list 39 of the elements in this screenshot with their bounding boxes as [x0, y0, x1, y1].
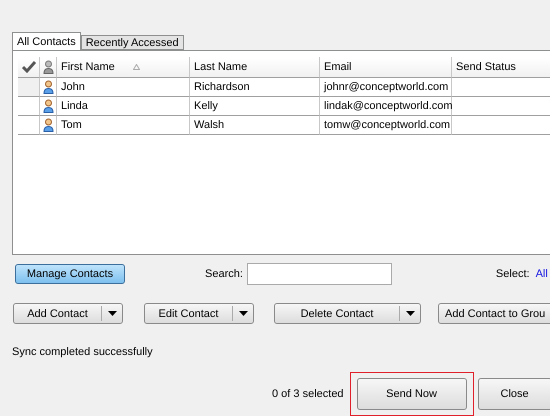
checkbox-cell[interactable]: [18, 97, 40, 116]
table-cell: lindak@conceptworld.com: [320, 97, 452, 116]
split-button[interactable]: Add Contact: [13, 303, 123, 324]
table-cell: Walsh: [190, 116, 320, 135]
person-icon: [42, 118, 54, 132]
table-cell: Linda: [57, 97, 190, 116]
tab[interactable]: Recently Accessed: [80, 35, 184, 50]
status-message: Sync completed successfully: [12, 346, 153, 358]
person-icon: [42, 80, 54, 94]
person-icon: [42, 60, 54, 74]
close-button[interactable]: Close: [478, 378, 550, 410]
caret-icon: [406, 311, 414, 316]
selection-count: 0 of 3 selected: [272, 388, 344, 400]
tab[interactable]: All Contacts: [12, 32, 81, 50]
column-header[interactable]: Email: [320, 57, 452, 78]
split-button[interactable]: Edit Contact: [144, 303, 254, 324]
column-header[interactable]: Last Name: [190, 57, 320, 78]
caret-icon: [238, 311, 248, 316]
checkmark-icon: [22, 61, 36, 73]
split-button[interactable]: Delete Contact: [274, 303, 421, 324]
table-cell: johnr@conceptworld.com: [320, 78, 452, 97]
manage-contacts-button[interactable]: Manage Contacts: [15, 264, 125, 284]
table-cell: Tom: [57, 116, 190, 135]
table-cell: tomw@conceptworld.com: [320, 116, 452, 135]
search-label: Search:: [205, 268, 243, 280]
select-label: Select:: [496, 268, 530, 280]
checkbox-cell[interactable]: [18, 116, 40, 135]
column-header[interactable]: First Name: [57, 57, 190, 78]
split-button[interactable]: Add Contact to Grou: [438, 303, 550, 324]
table-cell: Kelly: [190, 97, 320, 116]
person-icon: [42, 99, 54, 113]
search-field[interactable]: [246, 263, 392, 285]
checkbox-cell[interactable]: [18, 78, 40, 97]
table-cell: Richardson: [190, 78, 320, 97]
select-all-link[interactable]: All: [536, 268, 548, 280]
table-cell: John: [57, 78, 190, 97]
send-now-button[interactable]: Send Now: [356, 378, 467, 410]
sort-arrow-icon: [132, 64, 140, 70]
caret-icon: [108, 311, 116, 316]
